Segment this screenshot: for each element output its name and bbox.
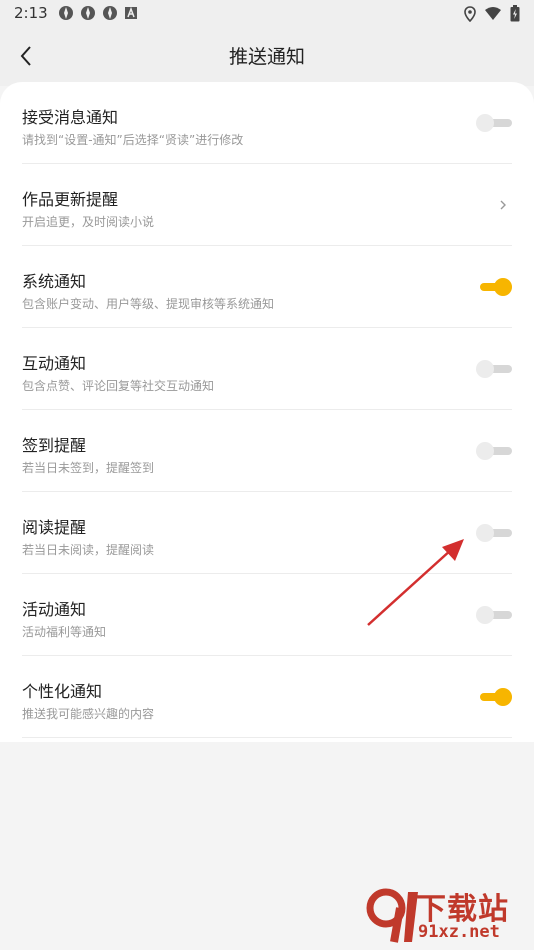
setting-title: 系统通知	[22, 272, 87, 291]
site-logo-icon	[366, 888, 418, 943]
watermark: 下载站 91xz.net	[360, 884, 530, 946]
page-title: 推送通知	[228, 46, 305, 68]
reading-reminder-toggle[interactable]	[476, 524, 512, 542]
setting-subtitle: 包含点赞、评论回复等社交互动通知	[22, 379, 215, 393]
status-time: 2:13	[14, 4, 48, 22]
divider	[22, 737, 512, 738]
settings-list: 接受消息通知 请找到“设置-通知”后选择“贤读”进行修改 作品更新提醒 开启追更…	[0, 82, 534, 742]
setting-row-accept-messages[interactable]: 接受消息通知 请找到“设置-通知”后选择“贤读”进行修改	[0, 82, 534, 164]
a-icon	[124, 5, 140, 21]
setting-subtitle: 若当日未阅读，提醒阅读	[22, 543, 155, 557]
interaction-notification-toggle[interactable]	[476, 360, 512, 378]
status-bar: 2:13	[0, 0, 534, 28]
setting-subtitle: 若当日未签到，提醒签到	[22, 461, 155, 475]
status-icons-left	[58, 5, 140, 21]
battery-icon	[510, 5, 520, 26]
app-notification-icon	[80, 5, 96, 21]
accept-messages-toggle[interactable]	[476, 114, 512, 132]
setting-title: 互动通知	[22, 354, 87, 373]
personalized-notification-toggle[interactable]	[476, 688, 512, 706]
system-notification-toggle[interactable]	[476, 278, 512, 296]
setting-row-checkin[interactable]: 签到提醒 若当日未签到，提醒签到	[0, 410, 534, 492]
setting-subtitle: 包含账户变动、用户等级、提现审核等系统通知	[22, 297, 275, 311]
app-notification-icon	[58, 5, 74, 21]
checkin-reminder-toggle[interactable]	[476, 442, 512, 460]
setting-subtitle: 活动福利等通知	[22, 625, 107, 639]
wifi-icon	[484, 6, 502, 25]
status-icons-right	[464, 5, 520, 26]
setting-title: 作品更新提醒	[22, 190, 119, 209]
setting-row-work-update[interactable]: 作品更新提醒 开启追更，及时阅读小说	[0, 164, 534, 246]
setting-subtitle: 请找到“设置-通知”后选择“贤读”进行修改	[22, 133, 244, 147]
top-app-bar: 推送通知	[0, 28, 534, 86]
setting-row-personalized[interactable]: 个性化通知 推送我可能感兴趣的内容	[0, 656, 534, 738]
setting-title: 接受消息通知	[22, 108, 119, 127]
setting-row-interaction[interactable]: 互动通知 包含点赞、评论回复等社交互动通知	[0, 328, 534, 410]
app-notification-icon	[102, 5, 118, 21]
setting-row-system[interactable]: 系统通知 包含账户变动、用户等级、提现审核等系统通知	[0, 246, 534, 328]
setting-title: 个性化通知	[22, 682, 103, 701]
activity-notification-toggle[interactable]	[476, 606, 512, 624]
setting-title: 签到提醒	[22, 436, 87, 455]
chevron-right-icon[interactable]	[496, 196, 510, 214]
watermark-url: 91xz.net	[418, 922, 500, 942]
location-icon	[464, 5, 476, 26]
setting-title: 活动通知	[22, 600, 87, 619]
setting-title: 阅读提醒	[22, 518, 87, 537]
setting-subtitle: 开启追更，及时阅读小说	[22, 215, 155, 229]
annotation-arrow-icon	[367, 539, 464, 626]
setting-subtitle: 推送我可能感兴趣的内容	[22, 707, 155, 721]
